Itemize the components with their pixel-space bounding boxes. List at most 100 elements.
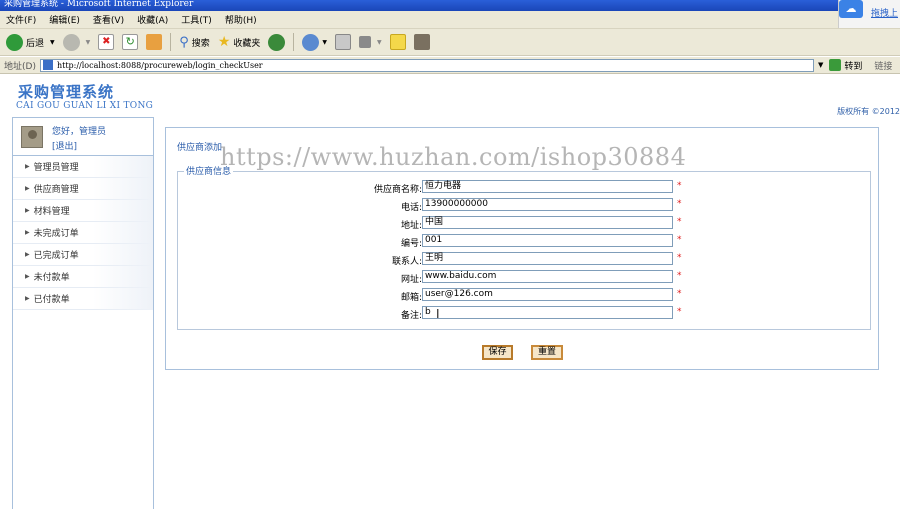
logout-link[interactable]: [退出]	[52, 139, 77, 152]
mail-button[interactable]: ▼	[302, 33, 328, 51]
menu-view[interactable]: 查看(V)	[93, 13, 124, 26]
stop-button[interactable]: ✖	[98, 34, 115, 50]
window-title: 采购管理系统 - Microsoft Internet Explorer	[4, 0, 194, 9]
window-title-bar: 采购管理系统 - Microsoft Internet Explorer	[0, 0, 900, 11]
sidebar-item-material-management[interactable]: ▶ 材料管理	[13, 200, 153, 222]
history-button[interactable]	[268, 33, 286, 51]
code-input[interactable]: 001	[422, 234, 673, 247]
text-cursor-icon: I	[436, 307, 440, 321]
address-input[interactable]: 中国	[422, 216, 673, 229]
site-logo: 采购管理系统	[18, 83, 115, 101]
address-bar: 地址(D) http://localhost:8088/procureweb/l…	[0, 57, 900, 74]
address-label: 地址:	[400, 221, 422, 231]
form-row-phone: 电话: 13900000000 *	[178, 198, 872, 213]
email-input[interactable]: user@126.com	[422, 288, 673, 301]
arrow-right-icon: ▶	[25, 229, 30, 236]
chevron-down-icon: ▼	[377, 38, 382, 46]
refresh-button[interactable]: ↻	[122, 34, 139, 50]
go-button[interactable]: 转到	[844, 59, 862, 72]
favorites-label: 收藏夹	[233, 38, 261, 49]
sidebar-item-admin-management[interactable]: ▶ 管理员管理	[13, 156, 153, 178]
code-label: 编号:	[400, 239, 422, 249]
remark-label: 备注:	[400, 311, 422, 321]
links-button[interactable]: 链接	[874, 59, 892, 72]
notes-button[interactable]	[389, 34, 406, 50]
address-dropdown-icon[interactable]: ▼	[818, 61, 823, 69]
search-label: 搜索	[191, 38, 210, 49]
chevron-down-icon: ▼	[322, 38, 328, 46]
sidebar-item-unpaid-bills[interactable]: ▶ 未付款单	[13, 266, 153, 288]
print-icon	[335, 34, 352, 50]
cloud-icon: ☁	[839, 0, 863, 18]
menu-tools[interactable]: 工具(T)	[181, 13, 212, 26]
sidebar-item-supplier-management[interactable]: ▶ 供应商管理	[13, 178, 153, 200]
toolbar-separator	[293, 33, 295, 51]
mail-icon	[302, 33, 320, 51]
supplier-name-input[interactable]: 恒力电器	[422, 180, 673, 193]
required-mark: *	[677, 271, 682, 281]
messenger-icon	[413, 34, 430, 50]
address-label: 地址(D)	[4, 61, 36, 72]
save-button[interactable]: 保存	[482, 345, 513, 360]
address-input[interactable]: http://localhost:8088/procureweb/login_c…	[39, 58, 814, 72]
edit-button[interactable]: ▼	[359, 36, 382, 48]
sidebar-item-completed-orders[interactable]: ▶ 已完成订单	[13, 244, 153, 266]
required-mark: *	[677, 217, 682, 227]
arrow-right-icon: ▶	[25, 273, 30, 280]
website-label: 网址:	[400, 275, 422, 285]
sidebar-item-paid-bills[interactable]: ▶ 已付款单	[13, 288, 153, 310]
user-greeting: 您好，管理员	[52, 127, 107, 137]
form-row-supplier-name: 供应商名称: 恒力电器 *	[178, 180, 872, 195]
arrow-right-icon: ▶	[25, 295, 30, 302]
sidebar-item-label: 已付款单	[33, 295, 70, 305]
toolbar: 后退 ▼ ▼ ✖ ↻ ⚲ 搜索 ★ 收藏夹 ▼ ▼	[0, 29, 900, 56]
phone-input[interactable]: 13900000000	[422, 198, 673, 211]
arrow-right-icon: ▶	[25, 163, 30, 170]
website-input[interactable]: www.baidu.com	[422, 270, 673, 283]
star-icon: ★	[217, 34, 231, 50]
history-icon	[268, 33, 286, 51]
email-label: 邮箱:	[400, 293, 422, 303]
arrow-right-icon: ▶	[25, 185, 30, 192]
reset-button[interactable]: 重置	[531, 345, 563, 360]
menu-favorites[interactable]: 收藏(A)	[137, 13, 168, 26]
back-button[interactable]: 后退 ▼	[6, 33, 55, 51]
go-icon[interactable]	[829, 59, 842, 71]
required-mark: *	[677, 307, 682, 317]
form-row-email: 邮箱: user@126.com *	[178, 288, 872, 303]
remark-input[interactable]: b	[422, 306, 673, 319]
notes-icon	[389, 34, 406, 50]
home-icon	[146, 34, 163, 50]
site-logo-pinyin: CAI GOU GUAN LI XI TONG	[16, 101, 154, 111]
cloud-drag-widget[interactable]: ☁ 拖拽上	[838, 0, 900, 28]
menu-bar: 文件(F) 编辑(E) 查看(V) 收藏(A) 工具(T) 帮助(H)	[0, 11, 900, 29]
forward-button[interactable]: ▼	[62, 33, 90, 51]
back-arrow-icon	[6, 33, 23, 51]
search-icon: ⚲	[179, 34, 189, 50]
refresh-icon: ↻	[122, 34, 139, 50]
menu-file[interactable]: 文件(F)	[6, 13, 36, 26]
messenger-button[interactable]	[413, 34, 430, 50]
menu-edit[interactable]: 编辑(E)	[49, 13, 80, 26]
favorites-button[interactable]: ★ 收藏夹	[218, 34, 261, 50]
user-panel: 您好，管理员 [退出]	[13, 118, 153, 156]
sidebar-item-label: 未付款单	[33, 273, 70, 283]
search-button[interactable]: ⚲ 搜索	[179, 35, 210, 50]
required-mark: *	[677, 253, 682, 263]
sidebar-item-label: 材料管理	[33, 207, 70, 217]
supplier-info-fieldset: 供应商信息 供应商名称: 恒力电器 * 电话: 13900000000 * 地址…	[177, 164, 872, 330]
print-button[interactable]	[335, 34, 352, 50]
form-row-remark: 备注: b * I	[178, 306, 872, 321]
sidebar-item-label: 已完成订单	[33, 251, 79, 261]
home-button[interactable]	[146, 34, 163, 50]
required-mark: *	[677, 235, 682, 245]
forward-arrow-icon	[62, 33, 80, 51]
sidebar-item-label: 未完成订单	[33, 229, 79, 239]
required-mark: *	[677, 199, 682, 209]
sidebar-item-pending-orders[interactable]: ▶ 未完成订单	[13, 222, 153, 244]
form-row-contact: 联系人: 王明 *	[178, 252, 872, 267]
copyright-text: 版权所有 ©2012	[837, 107, 900, 116]
contact-input[interactable]: 王明	[422, 252, 673, 265]
edit-icon	[359, 36, 372, 48]
menu-help[interactable]: 帮助(H)	[225, 13, 257, 26]
